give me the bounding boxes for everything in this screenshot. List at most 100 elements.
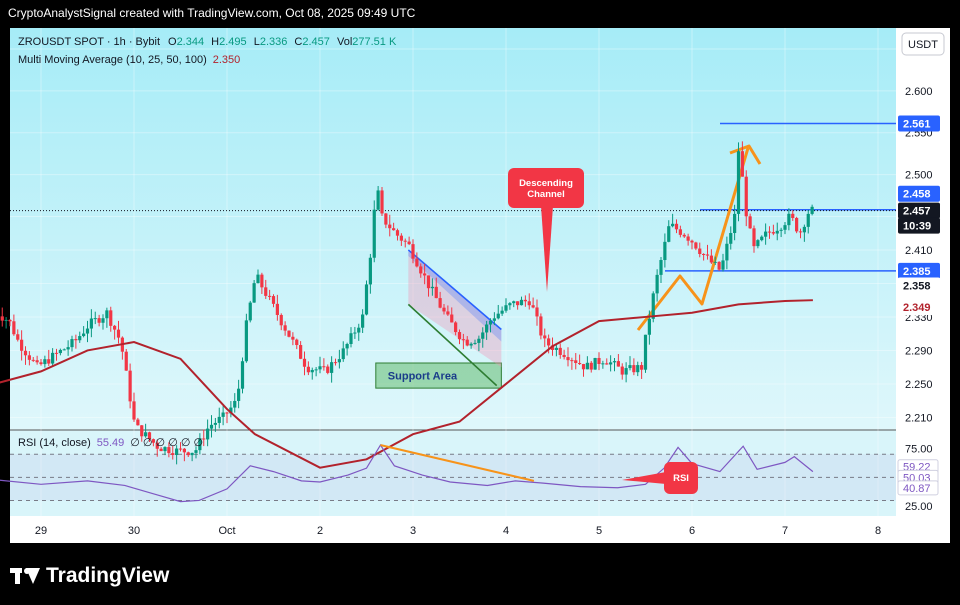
candle-body (477, 338, 481, 343)
candle-body (287, 330, 291, 337)
candle-body (721, 260, 725, 270)
currency-button[interactable]: USDT (901, 32, 945, 56)
candle-body (70, 339, 74, 348)
candle-body (213, 422, 217, 425)
candle-body (783, 225, 787, 230)
candle-body (233, 400, 237, 408)
candle-body (140, 425, 144, 437)
candle-body (713, 261, 717, 263)
time-tick-label: 6 (689, 525, 695, 537)
candle-body (93, 318, 97, 320)
candle-body (23, 350, 28, 356)
candle-body (655, 274, 659, 294)
candle-body (605, 363, 609, 365)
candle-body (349, 333, 353, 344)
candle-body (291, 336, 295, 340)
candle-body (407, 241, 411, 245)
candle-body (372, 209, 376, 258)
candle-body (601, 363, 605, 365)
rsi-tick-label: 25.00 (905, 501, 933, 513)
candle-body (531, 305, 535, 308)
time-tick-label: 5 (596, 525, 602, 537)
candle-body (756, 240, 760, 247)
price-tick-label: 2.410 (905, 245, 933, 257)
candle-body (523, 299, 527, 302)
candle-body (66, 347, 70, 350)
candle-body (260, 274, 264, 288)
candle-body (562, 354, 566, 358)
candle-body (450, 314, 454, 323)
candle-body (182, 448, 186, 453)
candle-body (674, 223, 679, 230)
candle-body (357, 327, 361, 333)
tradingview-logo[interactable]: TradingView (10, 564, 169, 588)
candle-body (341, 348, 345, 360)
candle-body (787, 213, 791, 226)
candle-body (345, 343, 349, 349)
candle-body (20, 339, 24, 351)
candle-body (74, 339, 78, 341)
candle-body (775, 230, 779, 234)
candle-body (760, 236, 764, 241)
candle-body (248, 302, 252, 321)
candle-body (186, 452, 190, 456)
candle-body (380, 190, 384, 214)
candle-body (384, 213, 388, 225)
candle-body (620, 366, 624, 375)
chart-canvas[interactable]: 2.6502.6002.5502.5002.4502.4102.3702.330… (0, 0, 960, 605)
rsi-tag: 40.87 (903, 483, 931, 495)
candle-body (105, 310, 109, 319)
candle-body (8, 319, 12, 322)
candle-body (310, 369, 314, 373)
descending-channel-label: Channel (527, 189, 564, 200)
candle-body (364, 284, 369, 315)
candle-body (128, 370, 132, 402)
candle-body (426, 275, 431, 289)
candle-body (469, 343, 473, 346)
candle-body (0, 316, 4, 321)
candle-body (543, 335, 547, 339)
candle-body (736, 151, 741, 214)
candle-body (725, 243, 729, 261)
candle-body (473, 342, 477, 344)
candle-body (194, 450, 198, 453)
candle-body (419, 266, 423, 274)
candle-body (206, 428, 210, 440)
support-area-label: Support Area (388, 371, 458, 383)
price-tick-label: 2.290 (905, 345, 933, 357)
candle-body (705, 254, 710, 256)
tag-level-mid: 2.458 (903, 189, 931, 201)
candle-body (124, 351, 128, 371)
svg-text:USDT: USDT (908, 39, 938, 51)
candle-body (240, 361, 245, 389)
candle-body (132, 401, 136, 420)
candle-body (678, 229, 682, 235)
candle-body (454, 322, 458, 333)
candle-body (690, 240, 694, 243)
candle-body (423, 273, 427, 276)
rsi-header: RSI (14, close) 55.49 ∅ ∅ ∅ ∅ ∅ ∅ (18, 437, 203, 449)
brand-name: TradingView (46, 564, 170, 587)
candle-body (554, 347, 558, 350)
candle-body (643, 334, 648, 370)
candle-body (647, 318, 651, 335)
candle-body (97, 318, 101, 323)
candle-body (237, 388, 241, 401)
candle-body (271, 296, 276, 304)
candle-body (496, 313, 500, 319)
candle-body (326, 366, 330, 373)
candle-body (330, 362, 334, 373)
tag-level-low2: 2.358 (903, 280, 931, 292)
candle-body (85, 328, 90, 334)
candle-body (27, 355, 31, 360)
tag-countdown: 10:39 (903, 221, 931, 233)
candle-body (570, 360, 574, 362)
time-tick-label: 7 (782, 525, 788, 537)
candle-body (109, 310, 113, 326)
candle-body (62, 349, 66, 351)
candle-body (740, 151, 744, 177)
candle-body (632, 365, 636, 373)
candle-body (585, 362, 589, 370)
candle-body (221, 412, 225, 417)
candle-body (58, 349, 62, 354)
